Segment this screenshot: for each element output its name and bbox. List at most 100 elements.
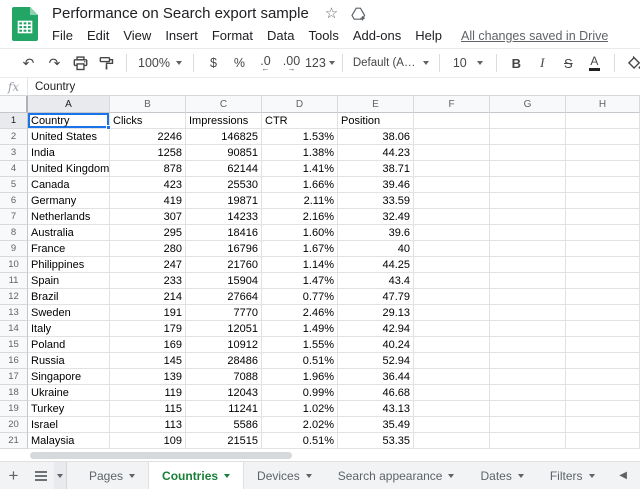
- cell-H1[interactable]: [566, 113, 640, 129]
- col-header-H[interactable]: H: [566, 96, 640, 113]
- cell-B1[interactable]: Clicks: [110, 113, 186, 129]
- cell-C19[interactable]: 11241: [186, 401, 262, 417]
- cell-E10[interactable]: 44.25: [338, 257, 414, 273]
- save-status-link[interactable]: All changes saved in Drive: [461, 29, 608, 43]
- cell-G10[interactable]: [490, 257, 566, 273]
- cell-A18[interactable]: Ukraine: [28, 385, 110, 401]
- cell-H12[interactable]: [566, 289, 640, 305]
- cell-C20[interactable]: 5586: [186, 417, 262, 433]
- cell-C18[interactable]: 12043: [186, 385, 262, 401]
- cell-G9[interactable]: [490, 241, 566, 257]
- cell-C5[interactable]: 25530: [186, 177, 262, 193]
- cell-H21[interactable]: [566, 433, 640, 449]
- cell-E14[interactable]: 42.94: [338, 321, 414, 337]
- cell-B15[interactable]: 169: [110, 337, 186, 353]
- cell-C2[interactable]: 146825: [186, 129, 262, 145]
- cell-F15[interactable]: [414, 337, 490, 353]
- cell-A4[interactable]: United Kingdom: [28, 161, 110, 177]
- cell-E16[interactable]: 52.94: [338, 353, 414, 369]
- cell-B5[interactable]: 423: [110, 177, 186, 193]
- cell-F19[interactable]: [414, 401, 490, 417]
- row-header-16[interactable]: 16: [0, 353, 28, 369]
- cell-A10[interactable]: Philippines: [28, 257, 110, 273]
- cell-B12[interactable]: 214: [110, 289, 186, 305]
- cell-D15[interactable]: 1.55%: [262, 337, 338, 353]
- all-sheets-menu-icon[interactable]: [27, 462, 54, 489]
- cell-C13[interactable]: 7770: [186, 305, 262, 321]
- col-header-D[interactable]: D: [262, 96, 338, 113]
- cell-E4[interactable]: 38.71: [338, 161, 414, 177]
- cell-A5[interactable]: Canada: [28, 177, 110, 193]
- cell-A14[interactable]: Italy: [28, 321, 110, 337]
- cell-D1[interactable]: CTR: [262, 113, 338, 129]
- bold-button[interactable]: B: [504, 51, 529, 75]
- cell-B6[interactable]: 419: [110, 193, 186, 209]
- font-family-select[interactable]: Default (Ari…: [350, 51, 432, 75]
- row-header-21[interactable]: 21: [0, 433, 28, 449]
- cell-E18[interactable]: 46.68: [338, 385, 414, 401]
- cell-A1[interactable]: Country: [28, 113, 110, 129]
- cell-A6[interactable]: Germany: [28, 193, 110, 209]
- cell-F10[interactable]: [414, 257, 490, 273]
- cell-D3[interactable]: 1.38%: [262, 145, 338, 161]
- tab-dropdown-caret-icon[interactable]: [589, 474, 595, 478]
- cell-G15[interactable]: [490, 337, 566, 353]
- col-header-G[interactable]: G: [490, 96, 566, 113]
- cell-G11[interactable]: [490, 273, 566, 289]
- cell-D20[interactable]: 2.02%: [262, 417, 338, 433]
- cell-G8[interactable]: [490, 225, 566, 241]
- increase-decimal-button[interactable]: .00→: [279, 51, 304, 75]
- cell-H18[interactable]: [566, 385, 640, 401]
- cell-F3[interactable]: [414, 145, 490, 161]
- cell-F2[interactable]: [414, 129, 490, 145]
- cell-A9[interactable]: France: [28, 241, 110, 257]
- cell-C14[interactable]: 12051: [186, 321, 262, 337]
- cell-G1[interactable]: [490, 113, 566, 129]
- cell-B17[interactable]: 139: [110, 369, 186, 385]
- cell-A13[interactable]: Sweden: [28, 305, 110, 321]
- row-header-13[interactable]: 13: [0, 305, 28, 321]
- menu-data[interactable]: Data: [260, 28, 301, 43]
- cell-C15[interactable]: 10912: [186, 337, 262, 353]
- cell-H4[interactable]: [566, 161, 640, 177]
- star-icon[interactable]: ☆: [325, 6, 338, 21]
- cell-G5[interactable]: [490, 177, 566, 193]
- cell-F18[interactable]: [414, 385, 490, 401]
- cell-G14[interactable]: [490, 321, 566, 337]
- cell-A12[interactable]: Brazil: [28, 289, 110, 305]
- tab-countries[interactable]: Countries: [148, 462, 244, 489]
- menu-edit[interactable]: Edit: [80, 28, 116, 43]
- cell-F20[interactable]: [414, 417, 490, 433]
- cell-E8[interactable]: 39.6: [338, 225, 414, 241]
- cell-A19[interactable]: Turkey: [28, 401, 110, 417]
- cell-C12[interactable]: 27664: [186, 289, 262, 305]
- row-header-18[interactable]: 18: [0, 385, 28, 401]
- cell-F17[interactable]: [414, 369, 490, 385]
- cell-C6[interactable]: 19871: [186, 193, 262, 209]
- cell-G16[interactable]: [490, 353, 566, 369]
- cell-A8[interactable]: Australia: [28, 225, 110, 241]
- cell-F14[interactable]: [414, 321, 490, 337]
- row-header-3[interactable]: 3: [0, 145, 28, 161]
- cell-E13[interactable]: 29.13: [338, 305, 414, 321]
- cell-A17[interactable]: Singapore: [28, 369, 110, 385]
- cell-B9[interactable]: 280: [110, 241, 186, 257]
- cell-B18[interactable]: 119: [110, 385, 186, 401]
- row-header-10[interactable]: 10: [0, 257, 28, 273]
- cell-B3[interactable]: 1258: [110, 145, 186, 161]
- cell-B16[interactable]: 145: [110, 353, 186, 369]
- cell-H17[interactable]: [566, 369, 640, 385]
- cell-E5[interactable]: 39.46: [338, 177, 414, 193]
- cell-G21[interactable]: [490, 433, 566, 449]
- cell-E9[interactable]: 40: [338, 241, 414, 257]
- cell-B7[interactable]: 307: [110, 209, 186, 225]
- cell-D16[interactable]: 0.51%: [262, 353, 338, 369]
- cell-G17[interactable]: [490, 369, 566, 385]
- row-header-5[interactable]: 5: [0, 177, 28, 193]
- row-header-4[interactable]: 4: [0, 161, 28, 177]
- cell-D10[interactable]: 1.14%: [262, 257, 338, 273]
- cell-F12[interactable]: [414, 289, 490, 305]
- cell-D5[interactable]: 1.66%: [262, 177, 338, 193]
- strikethrough-button[interactable]: S: [556, 51, 581, 75]
- undo-icon[interactable]: ↶: [16, 51, 41, 75]
